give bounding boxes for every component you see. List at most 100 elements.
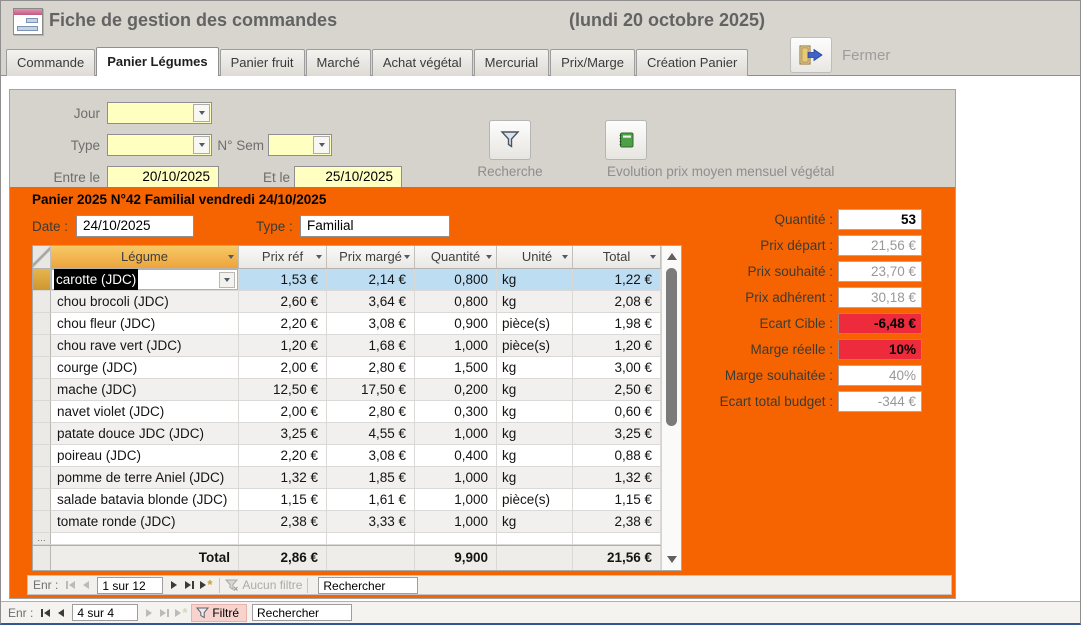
row-selector[interactable] bbox=[33, 489, 51, 511]
unite-cell[interactable]: kg bbox=[497, 379, 573, 401]
summary-value[interactable]: 53 bbox=[838, 209, 922, 230]
fermer-button[interactable] bbox=[790, 37, 832, 73]
row-selector[interactable] bbox=[33, 445, 51, 467]
column-header-prix-ref[interactable]: Prix réf bbox=[239, 246, 327, 269]
filter-state-label[interactable]: Aucun filtre bbox=[242, 578, 302, 592]
quantite-cell[interactable]: 1,500 bbox=[415, 357, 497, 379]
column-header-prix-marge[interactable]: Prix margé bbox=[327, 246, 415, 269]
next-record-button[interactable] bbox=[141, 605, 157, 621]
quantite-cell[interactable]: 0,400 bbox=[415, 445, 497, 467]
empty-cell[interactable] bbox=[573, 533, 661, 545]
search-box[interactable]: Rechercher bbox=[318, 577, 418, 594]
quantite-cell[interactable]: 0,300 bbox=[415, 401, 497, 423]
recherche-button[interactable] bbox=[489, 120, 531, 160]
legume-cell[interactable]: chou rave vert (JDC) bbox=[51, 335, 239, 357]
prix-marge-cell[interactable]: 1,61 € bbox=[327, 489, 415, 511]
legume-cell[interactable]: carotte (JDC) bbox=[51, 269, 239, 291]
record-position[interactable]: 1 sur 12 bbox=[97, 577, 163, 594]
prix-ref-cell[interactable]: 1,32 € bbox=[239, 467, 327, 489]
legume-combobox[interactable]: carotte (JDC) bbox=[51, 269, 238, 290]
prix-marge-cell[interactable]: 2,14 € bbox=[327, 269, 415, 291]
unite-cell[interactable]: kg bbox=[497, 467, 573, 489]
row-selector[interactable] bbox=[33, 357, 51, 379]
row-selector[interactable] bbox=[33, 423, 51, 445]
prix-ref-cell[interactable]: 2,38 € bbox=[239, 511, 327, 533]
panier-type-field[interactable]: Familial bbox=[300, 215, 450, 237]
row-selector[interactable] bbox=[33, 467, 51, 489]
quantite-cell[interactable]: 1,000 bbox=[415, 511, 497, 533]
quantite-cell[interactable]: 0,200 bbox=[415, 379, 497, 401]
prix-marge-cell[interactable]: 3,08 € bbox=[327, 445, 415, 467]
date-debut-field[interactable]: 20/10/2025 bbox=[107, 166, 219, 188]
prix-ref-cell[interactable]: 2,00 € bbox=[239, 401, 327, 423]
legume-cell[interactable]: chou fleur (JDC) bbox=[51, 313, 239, 335]
first-record-button[interactable] bbox=[37, 605, 53, 621]
quantite-cell[interactable]: 0,800 bbox=[415, 291, 497, 313]
quantite-cell[interactable]: 1,000 bbox=[415, 335, 497, 357]
num-sem-combobox[interactable] bbox=[268, 134, 332, 156]
previous-record-button[interactable] bbox=[53, 605, 69, 621]
tab-panier-fruit[interactable]: Panier fruit bbox=[220, 49, 305, 76]
prix-ref-cell[interactable]: 12,50 € bbox=[239, 379, 327, 401]
tab-creation-panier[interactable]: Création Panier bbox=[636, 49, 748, 76]
unite-cell[interactable]: kg bbox=[497, 401, 573, 423]
column-header-quantite[interactable]: Quantité bbox=[415, 246, 497, 269]
column-header-unite[interactable]: Unité bbox=[497, 246, 573, 269]
prix-marge-cell[interactable]: 2,80 € bbox=[327, 357, 415, 379]
row-selector[interactable] bbox=[33, 401, 51, 423]
panier-date-field[interactable]: 24/10/2025 bbox=[76, 215, 194, 237]
prix-marge-cell[interactable]: 3,08 € bbox=[327, 313, 415, 335]
prix-marge-cell[interactable]: 4,55 € bbox=[327, 423, 415, 445]
legume-cell[interactable]: pomme de terre Aniel (JDC) bbox=[51, 467, 239, 489]
last-record-button[interactable] bbox=[157, 605, 173, 621]
combo-dropdown-icon[interactable] bbox=[219, 272, 235, 288]
total-cell[interactable]: 1,15 € bbox=[573, 489, 661, 511]
quantite-cell[interactable]: 0,800 bbox=[415, 269, 497, 291]
table-row[interactable]: carotte (JDC)1,53 €2,14 €0,800kg1,22 € bbox=[33, 269, 661, 291]
prix-ref-cell[interactable]: 3,25 € bbox=[239, 423, 327, 445]
tab-commande[interactable]: Commande bbox=[6, 49, 95, 76]
row-selector[interactable] bbox=[33, 269, 51, 291]
empty-cell[interactable] bbox=[239, 533, 327, 545]
new-record-button[interactable]: * bbox=[198, 577, 214, 593]
chevron-down-icon[interactable] bbox=[313, 136, 330, 154]
prix-marge-cell[interactable]: 1,68 € bbox=[327, 335, 415, 357]
unite-cell[interactable]: kg bbox=[497, 357, 573, 379]
prix-ref-cell[interactable]: 1,20 € bbox=[239, 335, 327, 357]
new-record-row[interactable]: … bbox=[33, 533, 661, 545]
unite-cell[interactable]: kg bbox=[497, 269, 573, 291]
table-row[interactable]: poireau (JDC)2,20 €3,08 €0,400kg0,88 € bbox=[33, 445, 661, 467]
prix-ref-cell[interactable]: 2,20 € bbox=[239, 445, 327, 467]
unite-cell[interactable]: kg bbox=[497, 511, 573, 533]
table-row[interactable]: patate douce JDC (JDC)3,25 €4,55 €1,000k… bbox=[33, 423, 661, 445]
row-selector[interactable] bbox=[33, 313, 51, 335]
legume-cell[interactable]: patate douce JDC (JDC) bbox=[51, 423, 239, 445]
table-corner-cell[interactable] bbox=[33, 246, 51, 269]
legume-cell[interactable]: chou brocoli (JDC) bbox=[51, 291, 239, 313]
prix-ref-cell[interactable]: 2,20 € bbox=[239, 313, 327, 335]
empty-cell[interactable] bbox=[327, 533, 415, 545]
prix-ref-cell[interactable]: 1,15 € bbox=[239, 489, 327, 511]
next-record-button[interactable] bbox=[166, 577, 182, 593]
unite-cell[interactable]: pièce(s) bbox=[497, 335, 573, 357]
tab-achat-vegetal[interactable]: Achat végétal bbox=[372, 49, 473, 76]
prix-ref-cell[interactable]: 2,60 € bbox=[239, 291, 327, 313]
unite-cell[interactable]: pièce(s) bbox=[497, 489, 573, 511]
table-row[interactable]: salade batavia blonde (JDC)1,15 €1,61 €1… bbox=[33, 489, 661, 511]
quantite-cell[interactable]: 1,000 bbox=[415, 467, 497, 489]
empty-cell[interactable] bbox=[497, 533, 573, 545]
unite-cell[interactable]: pièce(s) bbox=[497, 313, 573, 335]
prix-marge-cell[interactable]: 2,80 € bbox=[327, 401, 415, 423]
unite-cell[interactable]: kg bbox=[497, 291, 573, 313]
tab-prix-marge[interactable]: Prix/Marge bbox=[550, 49, 635, 76]
prix-ref-cell[interactable]: 1,53 € bbox=[239, 269, 327, 291]
scroll-down-icon[interactable] bbox=[667, 556, 677, 563]
unite-cell[interactable]: kg bbox=[497, 423, 573, 445]
prix-marge-cell[interactable]: 17,50 € bbox=[327, 379, 415, 401]
legume-cell[interactable]: navet violet (JDC) bbox=[51, 401, 239, 423]
jour-combobox[interactable] bbox=[107, 102, 212, 124]
legume-cell[interactable]: courge (JDC) bbox=[51, 357, 239, 379]
table-row[interactable]: mache (JDC)12,50 €17,50 €0,200kg2,50 € bbox=[33, 379, 661, 401]
prix-marge-cell[interactable]: 1,85 € bbox=[327, 467, 415, 489]
unite-cell[interactable]: kg bbox=[497, 445, 573, 467]
